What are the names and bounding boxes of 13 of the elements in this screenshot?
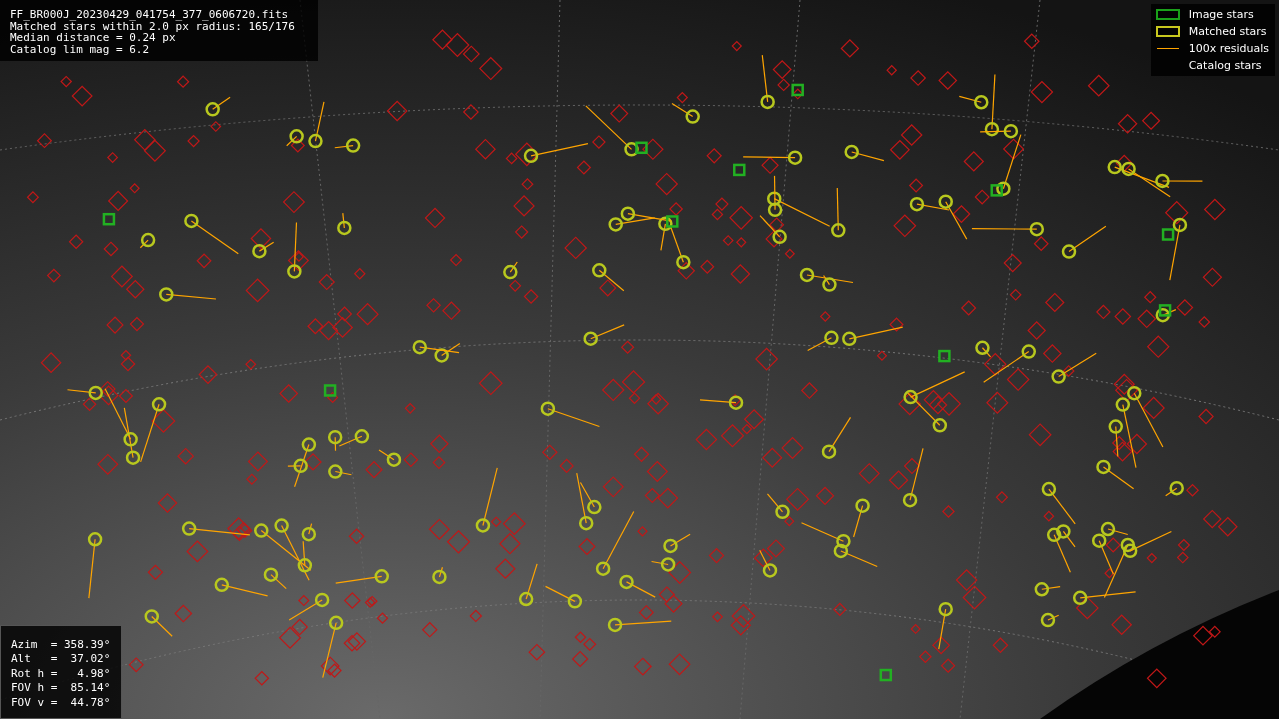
info-text: Median distance = 0.24 px [10,32,176,44]
legend-label: Matched stars [1188,25,1267,38]
pointing-text: FOV v = 44.78° [11,695,111,710]
info-text: Matched stars within 2.0 px radius: 165/176 [10,20,296,32]
legend-label: 100x residuals [1188,42,1269,55]
pointing-text: Alt = 37.02° [11,652,111,667]
pointing-text: Rot h = 4.98° [11,666,111,681]
pointing-text: FOV h = 85.14° [11,681,111,696]
legend-label: Catalog stars [1188,59,1262,72]
info-text: FF_BR000J_20230429_041754_377_0606720.fits [10,9,290,21]
info-text: Catalog lim mag = 6.2 [10,43,151,55]
pointing-text: Azim = 358.39° [11,637,111,652]
legend-label: Image stars [1188,8,1254,21]
